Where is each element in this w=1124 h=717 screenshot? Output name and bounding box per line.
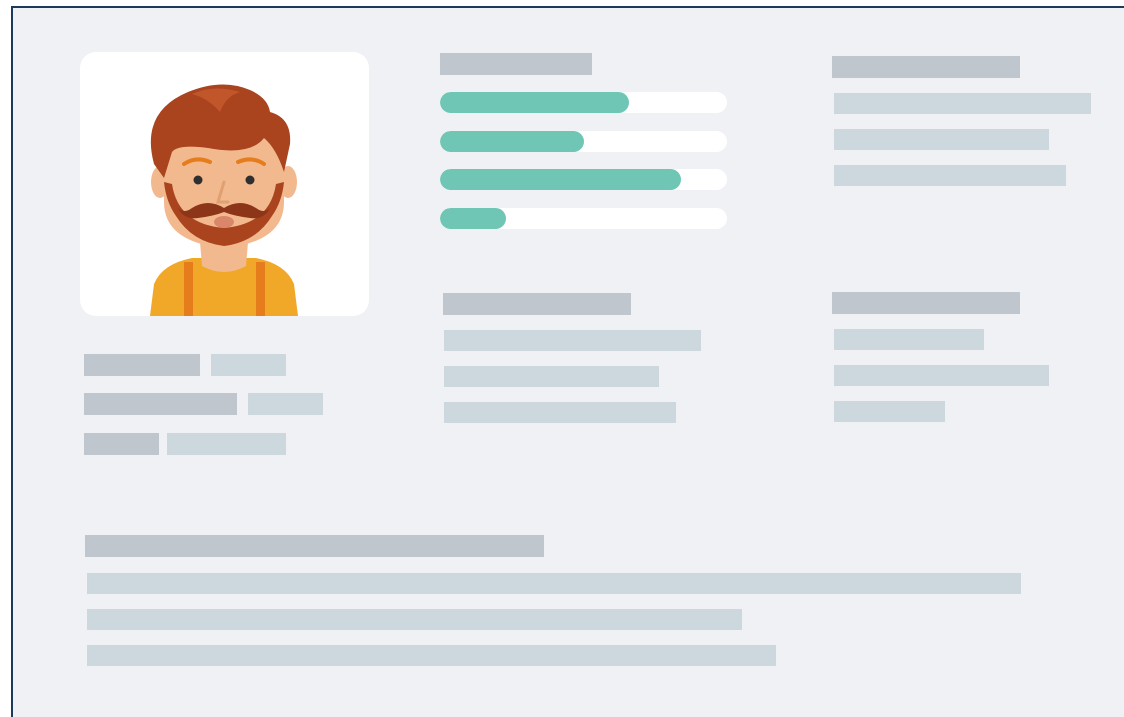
skill-bar-2 bbox=[440, 131, 727, 152]
info-label-2 bbox=[84, 393, 237, 415]
bearded-man-avatar-icon bbox=[150, 84, 298, 316]
experience-line-1 bbox=[444, 330, 701, 351]
resume-page bbox=[11, 6, 1124, 717]
summary-line-1 bbox=[87, 573, 1021, 594]
contact-line-2 bbox=[834, 129, 1049, 150]
info-label-3 bbox=[84, 433, 159, 455]
info-value-3 bbox=[167, 433, 286, 455]
summary-heading bbox=[85, 535, 544, 557]
education-line-1 bbox=[834, 329, 984, 350]
contact-line-1 bbox=[834, 93, 1091, 114]
contact-heading bbox=[832, 56, 1020, 78]
education-heading bbox=[832, 292, 1020, 314]
education-line-2 bbox=[834, 365, 1049, 386]
experience-line-3 bbox=[444, 402, 676, 423]
skills-heading bbox=[440, 53, 592, 75]
skill-bar-fill-3 bbox=[440, 169, 681, 190]
skill-bar-fill-2 bbox=[440, 131, 584, 152]
avatar-card bbox=[80, 52, 369, 316]
contact-line-3 bbox=[834, 165, 1066, 186]
info-label-1 bbox=[84, 354, 200, 376]
experience-heading bbox=[443, 293, 631, 315]
experience-line-2 bbox=[444, 366, 659, 387]
education-line-3 bbox=[834, 401, 945, 422]
skill-bar-fill-1 bbox=[440, 92, 629, 113]
skill-bar-1 bbox=[440, 92, 727, 113]
skill-bar-3 bbox=[440, 169, 727, 190]
skill-bar-4 bbox=[440, 208, 727, 229]
summary-line-3 bbox=[87, 645, 776, 666]
skill-bar-fill-4 bbox=[440, 208, 506, 229]
info-value-2 bbox=[248, 393, 323, 415]
info-value-1 bbox=[211, 354, 286, 376]
summary-line-2 bbox=[87, 609, 742, 630]
